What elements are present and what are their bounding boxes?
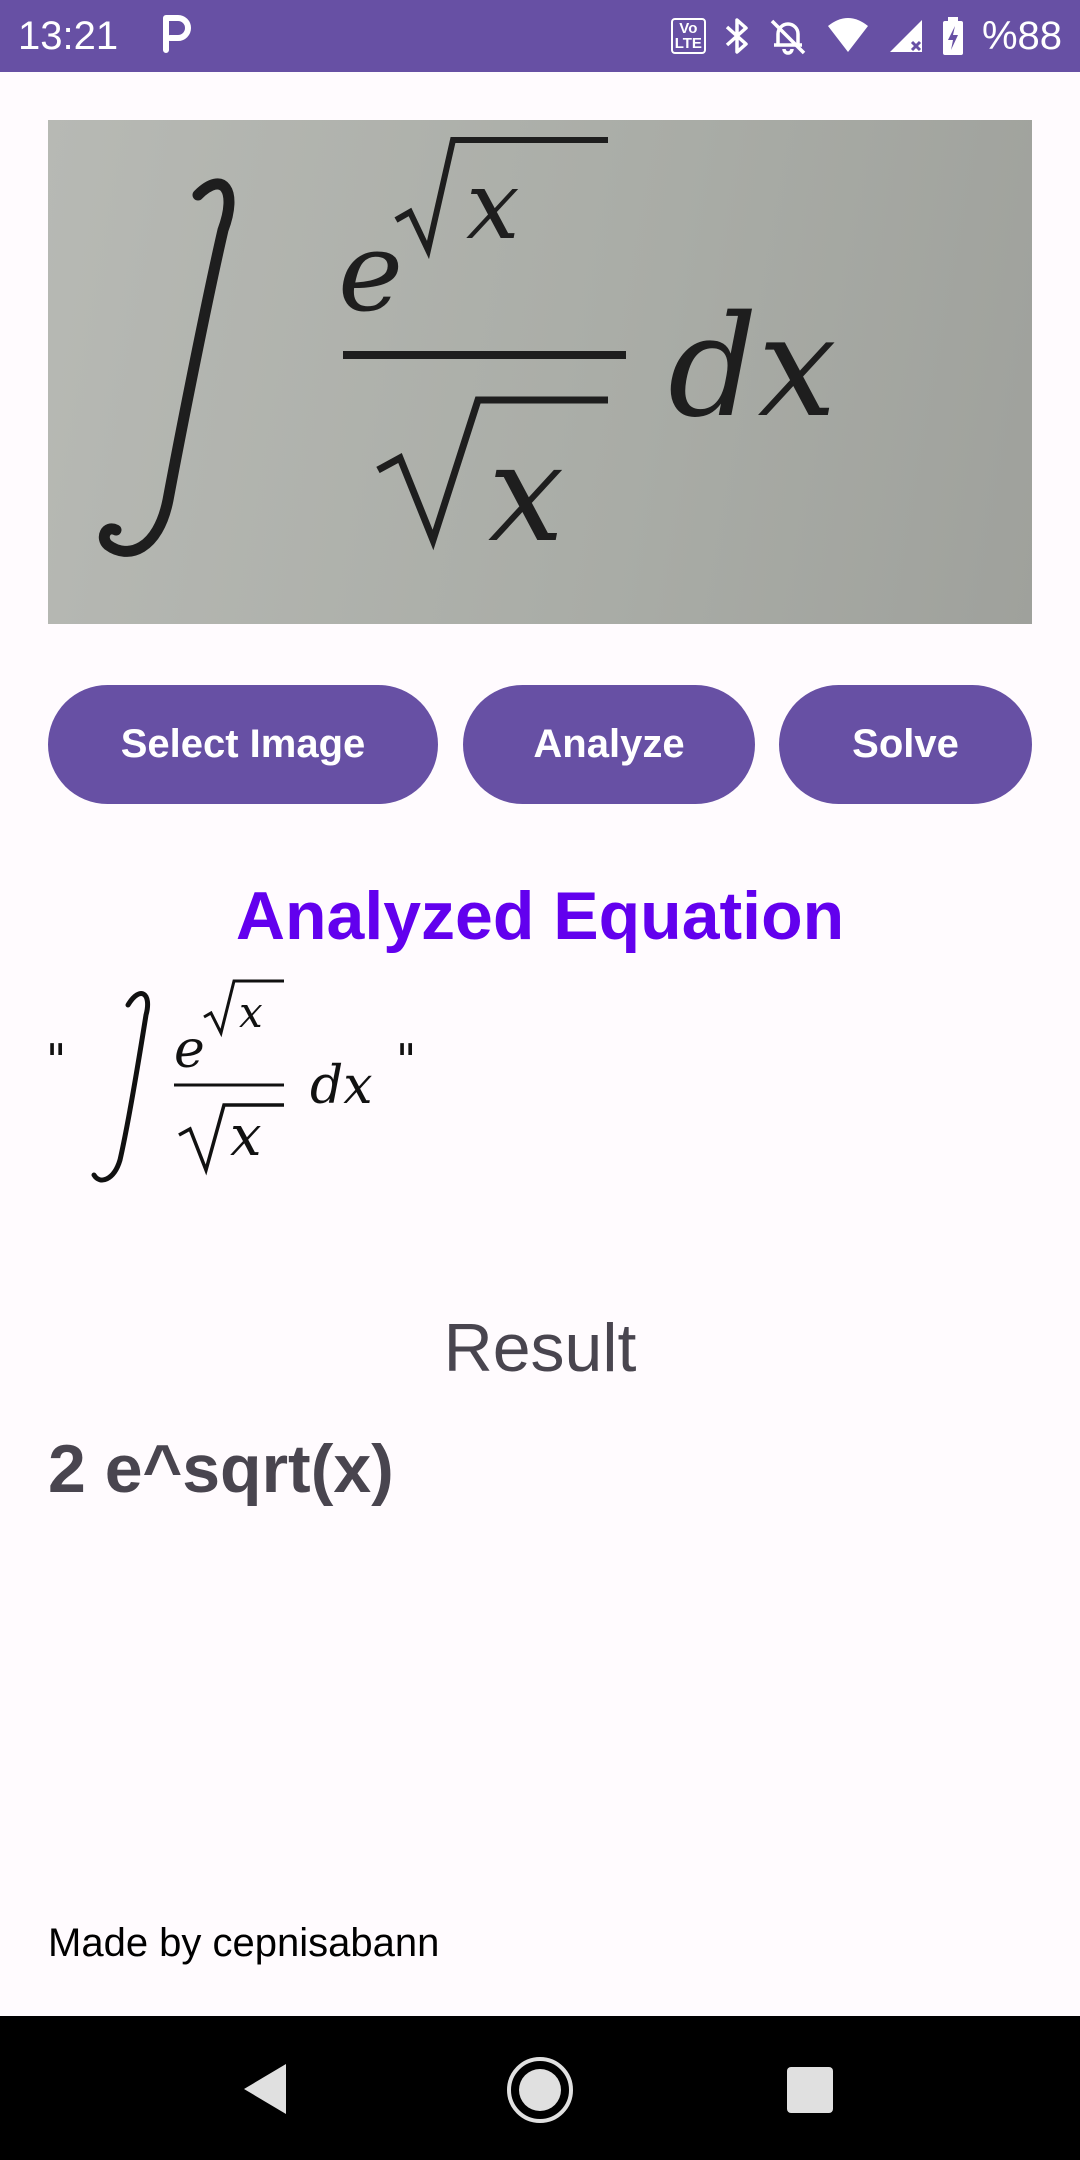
integral-sign [91, 991, 150, 1183]
analyzed-equation-render: " e x x dx " [44, 975, 444, 1190]
bell-off-icon [770, 19, 806, 55]
equation-open-quote: " [46, 1035, 66, 1086]
status-icons: Vo LTE %88 [670, 12, 1062, 60]
bluetooth-icon [725, 18, 748, 54]
cell-signal-icon [889, 20, 922, 52]
result-value: 2 e^sqrt(x) [48, 1431, 394, 1507]
battery-percent: %88 [981, 14, 1062, 58]
denominator-var: x [230, 1104, 262, 1169]
equation-close-quote: " [396, 1035, 416, 1086]
svg-text:e: e [338, 208, 403, 336]
svg-text:x: x [466, 151, 520, 261]
equation-dx: dx [310, 1056, 373, 1116]
wifi-icon [827, 18, 868, 52]
numerator-var: x [239, 988, 263, 1037]
navigation-bar [0, 2016, 1080, 2160]
footer-credit: Made by cepnisabann [48, 1921, 440, 1965]
result-title: Result [443, 1310, 637, 1386]
p-notification-icon [160, 14, 194, 63]
select-image-button[interactable]: Select Image [48, 685, 438, 804]
battery-charging-icon [942, 17, 963, 55]
analyzed-equation-title: Analyzed Equation [235, 878, 845, 954]
volte-icon: Vo LTE [670, 18, 706, 54]
numerator-base: e [174, 1020, 205, 1080]
svg-text:x: x [488, 415, 564, 572]
equation-photo: e x x dx [48, 120, 1032, 624]
recents-icon[interactable] [786, 2066, 834, 2114]
svg-text:dx: dx [668, 286, 837, 449]
equation-photo-drawing: e x x dx [98, 137, 837, 572]
back-icon[interactable] [240, 2060, 290, 2118]
analyze-button[interactable]: Analyze [463, 685, 755, 804]
status-time: 13:21 [18, 14, 119, 58]
status-bar: 13:21 Vo LTE %88 [0, 0, 1080, 72]
solve-button[interactable]: Solve [779, 685, 1032, 804]
home-icon[interactable] [506, 2056, 574, 2124]
